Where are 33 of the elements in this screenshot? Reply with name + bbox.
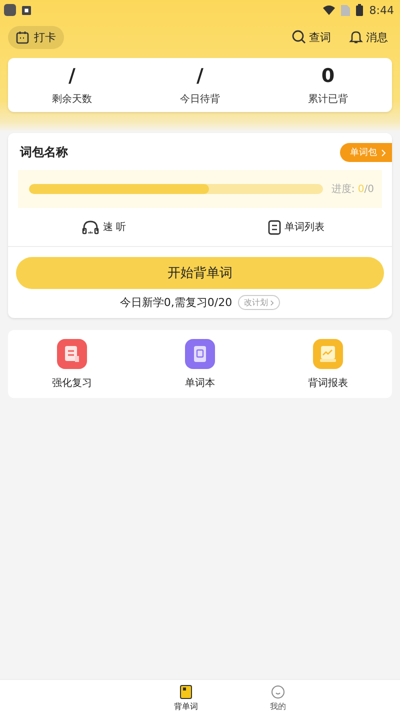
clock-time: 8:44 (369, 4, 394, 16)
start-button[interactable]: 开始背单词 (16, 257, 384, 289)
check-in-button[interactable]: 打卡 (8, 26, 64, 48)
report-item[interactable]: 背词报表 (264, 338, 392, 390)
list-icon (268, 220, 280, 234)
chevron-icon (381, 148, 386, 156)
bell-icon (349, 30, 363, 44)
words-tab[interactable]: 背单词 (174, 680, 198, 716)
profile-tab[interactable]: 我的 (270, 680, 286, 716)
headphones-icon (82, 220, 99, 234)
sim-icon (341, 4, 350, 16)
book-icon (180, 684, 192, 698)
stat-label: 累计已背 (308, 92, 348, 106)
wifi-icon (323, 5, 336, 15)
chevron-icon (270, 300, 274, 306)
search-icon (292, 30, 306, 44)
review-item[interactable]: 强化复习 (8, 338, 136, 390)
smiley-icon (271, 684, 285, 698)
messages-button[interactable]: 消息 (349, 30, 388, 44)
stat-label: 剩余天数 (52, 92, 92, 106)
battery-icon (356, 4, 364, 16)
search-button[interactable]: 查词 (292, 30, 331, 44)
stat-label: 今日待背 (180, 92, 220, 106)
wordbook-title: 词包名称 (20, 144, 68, 161)
stat-value: / (68, 64, 76, 86)
wordbook-item[interactable]: 单词本 (136, 338, 264, 390)
progress-text: 进度: 0/0 (331, 182, 374, 196)
calendar-icon (16, 30, 29, 44)
plan-text: 今日新学0,需复习0/20 (120, 295, 232, 310)
stat-value: / (196, 64, 204, 86)
quick-listen-button[interactable]: 速 听 (8, 208, 200, 246)
word-list-button[interactable]: 单词列表 (200, 208, 392, 246)
stat-value: 0 (321, 64, 335, 86)
